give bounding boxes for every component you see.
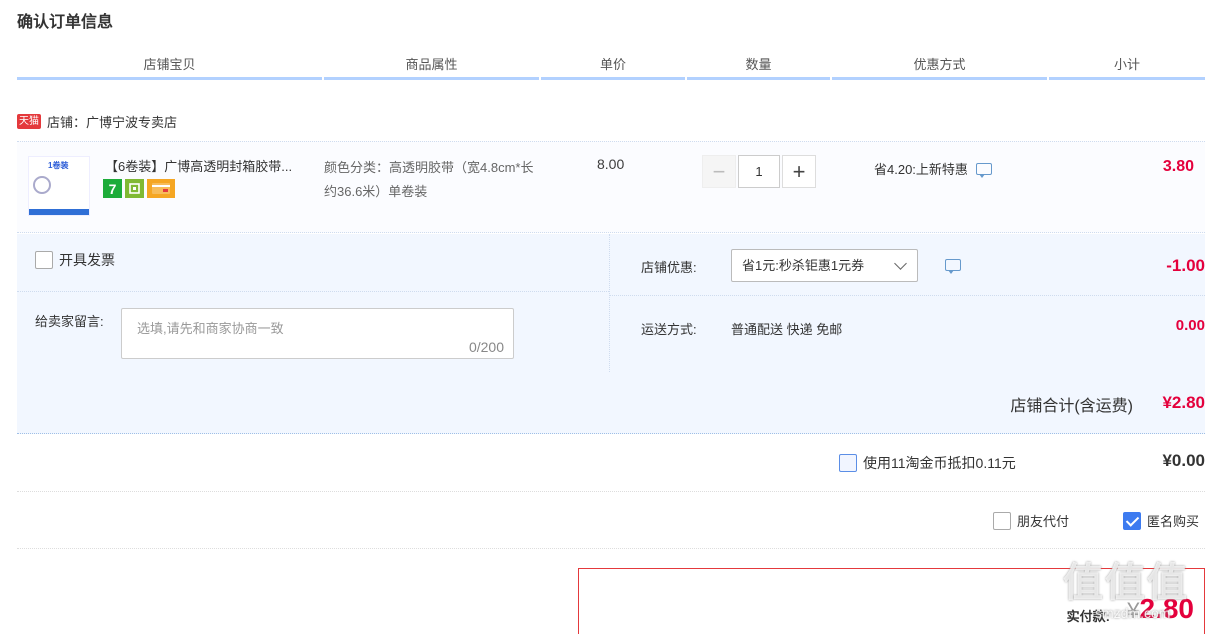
friend-pay-option[interactable]: 朋友代付 xyxy=(993,511,1069,530)
order-flags-row: 朋友代付 匿名购买 xyxy=(17,492,1205,549)
seller-message-input[interactable]: 选填,请先和商家协商一致 0/200 xyxy=(121,308,514,359)
anonymous-option[interactable]: 匿名购买 xyxy=(1123,511,1199,530)
friend-pay-label: 朋友代付 xyxy=(1017,514,1070,529)
column-header-item: 店铺宝贝 xyxy=(17,56,322,80)
coin-value: ¥0.00 xyxy=(1162,451,1205,470)
thumbnail-text: 1卷装 xyxy=(48,161,69,170)
coin-checkbox[interactable] xyxy=(839,454,857,472)
column-header-subtotal: 小计 xyxy=(1049,56,1205,80)
watermark-site: smzdm.com xyxy=(1095,605,1171,621)
column-header-qty: 数量 xyxy=(687,56,830,80)
order-options-right: 店铺优惠: 省1元:秒杀钜惠1元券 -1.00 运送方式: 普通配送 快递 免邮… xyxy=(610,234,1205,372)
message-label: 给卖家留言: xyxy=(35,314,104,329)
shop-discount-label: 店铺优惠: xyxy=(641,260,697,275)
chevron-down-icon xyxy=(894,257,907,270)
coupon-chat xyxy=(937,259,961,274)
column-header-discount: 优惠方式 xyxy=(832,56,1047,80)
item-discount: 省4.20:上新特惠 xyxy=(874,159,992,178)
column-header-row: 店铺宝贝 商品属性 单价 数量 优惠方式 小计 xyxy=(17,56,1205,80)
coupon-selected: 省1元:秒杀钜惠1元券 xyxy=(742,258,865,273)
product-attributes: 颜色分类：高透明胶带（宽4.8cm*长约36.6米）单卷装 xyxy=(324,160,534,199)
service-badges: 7 xyxy=(103,179,175,198)
anonymous-label: 匿名购买 xyxy=(1147,514,1200,529)
item-subtotal: 3.80 xyxy=(1162,158,1194,175)
shop-total-row: 店铺合计(含运费) ¥2.80 xyxy=(17,372,1205,434)
shop-line: 天猫 店铺：广博宁波专卖店 xyxy=(17,112,177,131)
quantity-stepper: − 1 + xyxy=(702,155,816,188)
column-header-price: 单价 xyxy=(541,56,685,80)
shop-total-label: 店铺合计(含运费) xyxy=(1010,398,1133,415)
shop-total-value: ¥2.80 xyxy=(1162,393,1205,412)
item-row: 1卷装 【6卷装】广博高透明封箱胶带... 7 颜色分类：高透明胶带（宽4.8c… xyxy=(17,141,1205,233)
chat-bubble-icon[interactable] xyxy=(945,259,961,274)
order-options-left: 开具发票 给卖家留言: 选填,请先和商家协商一致 0/200 xyxy=(17,234,610,372)
shipping-amount: 0.00 xyxy=(1175,317,1205,334)
discount-text: 省4.20:上新特惠 xyxy=(874,162,968,177)
guarantee-icon xyxy=(125,179,144,198)
watermark-logo: 值值值 xyxy=(1063,561,1189,605)
message-placeholder: 选填,请先和商家协商一致 xyxy=(137,321,284,336)
qty-plus-button[interactable]: + xyxy=(782,155,816,188)
coupon-select[interactable]: 省1元:秒杀钜惠1元券 xyxy=(731,249,918,282)
invoice-checkbox[interactable] xyxy=(35,251,53,269)
tape-icon xyxy=(33,176,51,194)
thumbnail-bar xyxy=(29,209,89,215)
anonymous-checkbox[interactable] xyxy=(1123,511,1141,530)
page-title: 确认订单信息 xyxy=(17,14,114,31)
friend-pay-checkbox[interactable] xyxy=(993,511,1011,530)
coin-row: 使用11淘金币抵扣0.11元 ¥0.00 xyxy=(17,434,1205,492)
coin-label: 使用11淘金币抵扣0.11元 xyxy=(863,455,1016,471)
qty-input[interactable]: 1 xyxy=(738,155,780,188)
shipping-method: 普通配送 快递 免邮 xyxy=(731,322,843,337)
product-thumbnail[interactable]: 1卷装 xyxy=(28,156,90,216)
invoice-option[interactable]: 开具发票 xyxy=(35,250,115,270)
invoice-label: 开具发票 xyxy=(59,252,115,268)
shop-name[interactable]: 店铺：广博宁波专卖店 xyxy=(47,112,177,131)
seven-day-return-icon: 7 xyxy=(103,179,122,198)
shipping-label: 运送方式: xyxy=(641,322,697,337)
chat-bubble-icon[interactable] xyxy=(975,162,992,178)
qty-minus-button[interactable]: − xyxy=(702,155,736,188)
message-char-count: 0/200 xyxy=(468,339,504,355)
coin-option[interactable]: 使用11淘金币抵扣0.11元 xyxy=(839,453,1016,473)
product-name[interactable]: 【6卷装】广博高透明封箱胶带... xyxy=(105,156,315,175)
unit-price: 8.00 xyxy=(597,156,625,172)
column-header-attrs: 商品属性 xyxy=(324,56,539,80)
tmall-icon: 天猫 xyxy=(17,114,41,129)
credit-card-icon xyxy=(147,179,175,198)
shop-discount-amount: -1.00 xyxy=(1166,256,1205,275)
